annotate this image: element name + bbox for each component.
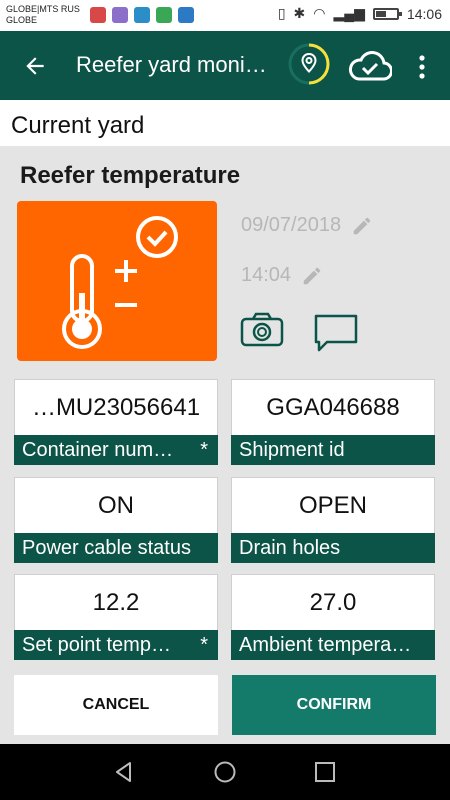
ambient-temperature-label: Ambient tempera…	[231, 630, 435, 660]
wifi-icon: ◠	[313, 5, 326, 21]
date-value: 09/07/2018	[241, 214, 342, 236]
notification-app-icon	[112, 7, 128, 23]
container-number-label-text: Container num…	[22, 439, 174, 461]
carrier-label: GLOBE|MTS RUS GLOBE	[6, 4, 86, 26]
notification-drive-icon	[156, 7, 172, 23]
arrow-back-icon[interactable]	[22, 53, 48, 79]
cancel-button[interactable]: CANCEL	[14, 675, 218, 735]
shipment-id-field[interactable]: GGA046688 Shipment id	[231, 379, 435, 465]
system-nav-bar	[0, 744, 450, 800]
current-yard-bar[interactable]: Current yard	[0, 100, 450, 146]
battery-icon	[372, 7, 402, 20]
shipment-id-value[interactable]: GGA046688	[231, 379, 435, 435]
vibrate-icon: ▯	[277, 5, 286, 21]
bluetooth-icon: ✱	[293, 5, 306, 21]
carrier-line-2: GLOBE	[6, 15, 38, 25]
drain-holes-value[interactable]: OPEN	[231, 477, 435, 533]
notification-chat-icon	[134, 7, 150, 23]
drain-holes-field[interactable]: OPEN Drain holes	[231, 477, 435, 563]
current-yard-label: Current yard	[11, 112, 145, 139]
pencil-icon[interactable]	[351, 215, 373, 237]
cloud-check-icon[interactable]	[348, 49, 392, 83]
drain-holes-label-text: Drain holes	[239, 537, 341, 559]
thermometer-icon	[62, 216, 178, 349]
time-row[interactable]: 14:04	[241, 264, 323, 287]
shipment-id-label: Shipment id	[231, 435, 435, 465]
container-number-label: Container num… *	[14, 435, 218, 465]
signal-icon: ▂▄▆	[333, 5, 365, 21]
ambient-temperature-value[interactable]: 27.0	[231, 574, 435, 630]
drain-holes-label: Drain holes	[231, 533, 435, 563]
container-number-value[interactable]: …MU23056641	[14, 379, 218, 435]
clock: 14:06	[406, 5, 442, 22]
shipment-id-label-text: Shipment id	[239, 439, 345, 461]
app-toolbar: Reefer yard moni…	[0, 31, 450, 100]
more-vert-icon[interactable]	[414, 53, 430, 81]
page-title: Reefer yard moni…	[76, 52, 267, 77]
ambient-temperature-field[interactable]: 27.0 Ambient tempera…	[231, 574, 435, 660]
set-point-temperature-label: Set point temp… *	[14, 630, 218, 660]
time-value: 14:04	[241, 264, 292, 286]
set-point-temperature-value[interactable]: 12.2	[14, 574, 218, 630]
section-title: Reefer temperature	[20, 162, 241, 189]
status-right: ▯ ✱ ◠ ▂▄▆ 14:06	[278, 5, 442, 22]
set-point-temperature-field[interactable]: 12.2 Set point temp… *	[14, 574, 218, 660]
power-cable-status-field[interactable]: ON Power cable status	[14, 477, 218, 563]
nav-home-icon[interactable]	[213, 760, 237, 784]
required-marker: *	[200, 634, 208, 656]
nav-recent-apps-icon[interactable]	[314, 761, 336, 783]
nav-back-icon[interactable]	[112, 760, 136, 784]
carrier-line-1: GLOBE|MTS RUS	[6, 4, 80, 14]
camera-icon[interactable]	[240, 311, 284, 347]
notification-shield-icon	[178, 7, 194, 23]
thermometer-tile	[17, 201, 217, 361]
confirm-button[interactable]: CONFIRM	[232, 675, 436, 735]
pencil-icon[interactable]	[301, 265, 323, 287]
container-number-field[interactable]: …MU23056641 Container num… *	[14, 379, 218, 465]
location-pin-icon[interactable]	[286, 41, 332, 87]
reefer-form: Reefer temperature 09/07/2018 14:04 …MU2…	[0, 146, 450, 744]
notification-icons	[90, 7, 194, 23]
required-marker: *	[200, 439, 208, 461]
power-cable-status-value[interactable]: ON	[14, 477, 218, 533]
date-row[interactable]: 09/07/2018	[241, 214, 373, 237]
comment-icon[interactable]	[313, 313, 359, 353]
power-cable-status-label-text: Power cable status	[22, 537, 191, 559]
set-point-temperature-label-text: Set point temp…	[22, 634, 171, 656]
ambient-temperature-label-text: Ambient tempera…	[239, 634, 412, 656]
power-cable-status-label: Power cable status	[14, 533, 218, 563]
status-bar: GLOBE|MTS RUS GLOBE ▯ ✱ ◠ ▂▄▆ 14:06	[0, 0, 450, 31]
notification-x-icon	[90, 7, 106, 23]
